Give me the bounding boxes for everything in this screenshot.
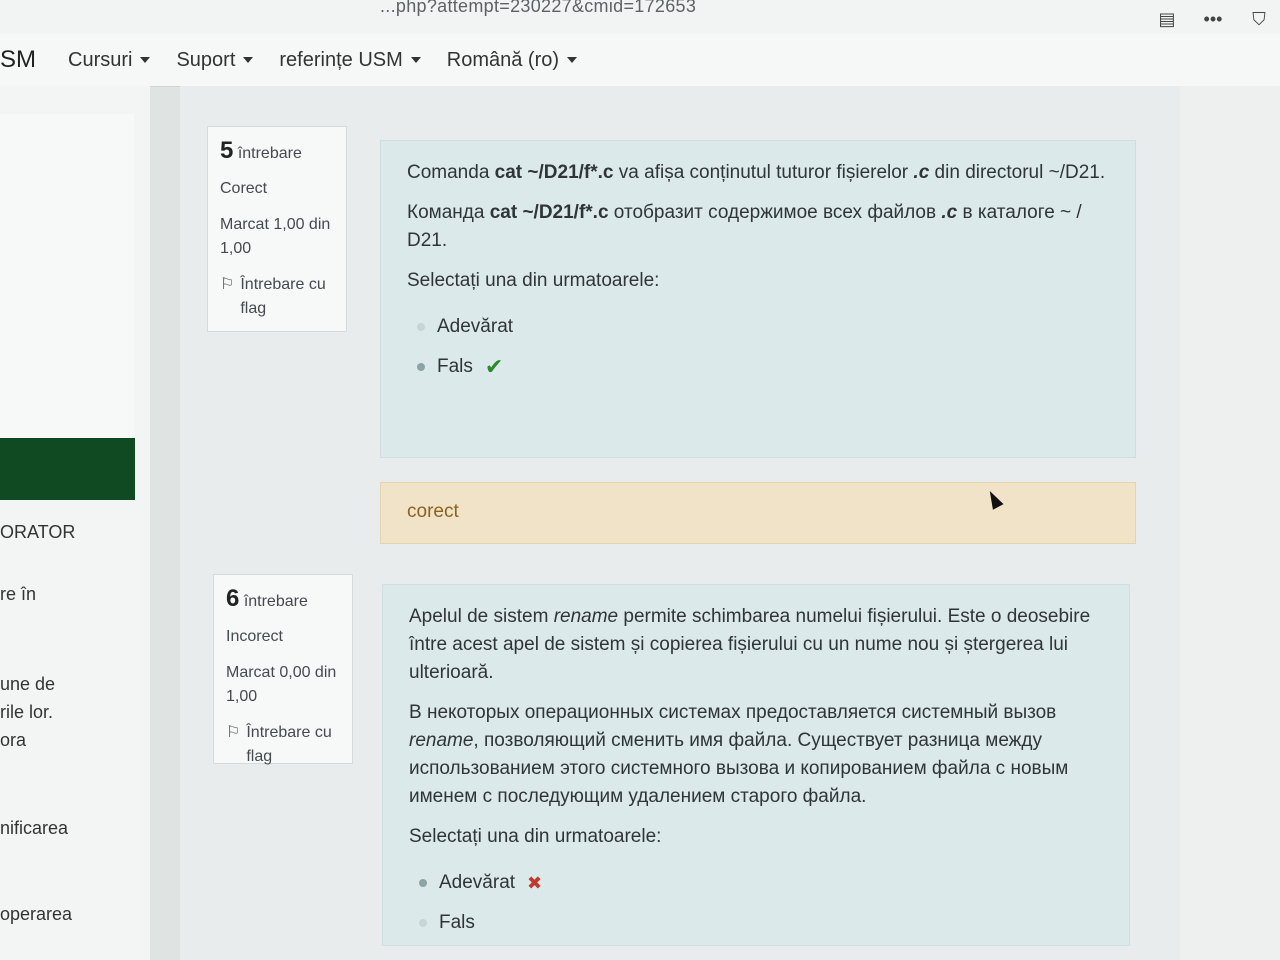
chevron-down-icon <box>410 57 421 63</box>
answer-prompt: Selectați una din urmatoarele: <box>409 826 662 847</box>
nav-language[interactable]: Română (ro) <box>446 48 578 72</box>
site-brand[interactable]: SM <box>0 46 36 74</box>
answer-prompt: Selectați una din urmatoarele: <box>407 270 660 291</box>
answer-option[interactable]: Fals ✔ <box>417 347 1109 387</box>
browser-url-bar: ...php?attempt=230227&cmid=172653 ▤ ••• … <box>0 0 1280 35</box>
question-text-ro: Apelul de sistem rename permite schimbar… <box>409 603 1103 687</box>
question-info: 6 întrebare Incorect Marcat 0,00 din 1,0… <box>213 574 353 765</box>
question-text-ru: В некоторых операционных системах предос… <box>409 699 1103 811</box>
pocket-icon[interactable]: ⛉ <box>1248 8 1270 30</box>
extension-text: .c <box>941 202 958 223</box>
text-part: отобразит содержимое всех файлов <box>608 202 942 223</box>
flag-icon: ⚐ <box>226 724 241 741</box>
question-text-ru: Команда cat ~/D21/f*.c отобразит содержи… <box>407 199 1109 255</box>
left-drawer: ORATOR re în une de rile lor. ora nifica… <box>0 86 150 960</box>
text-part: , позволяющий сменить имя файла. Существ… <box>409 730 1069 807</box>
browser-toolbar: ▤ ••• ⛉ <box>1156 8 1270 30</box>
check-icon: ✔ <box>484 354 504 379</box>
more-options-icon[interactable]: ••• <box>1202 8 1224 30</box>
text-part: Comanda <box>407 162 495 183</box>
nav-cursuri-label: Cursuri <box>68 48 133 71</box>
question-info: 5 întrebare Corect Marcat 1,00 din 1,00 … <box>207 126 347 332</box>
cross-icon: ✖ <box>527 872 543 893</box>
question-text-ro: Comanda cat ~/D21/f*.c va afișa conținut… <box>407 159 1109 187</box>
question-word: întrebare <box>237 145 302 162</box>
chevron-down-icon <box>567 57 578 63</box>
emphasis-text: rename <box>409 730 474 751</box>
radio-button[interactable] <box>417 323 425 331</box>
site-navbar: SM Cursuri Suport referințe USM Română (… <box>0 34 1280 87</box>
question-feedback: corect <box>380 482 1136 544</box>
option-label: Adevărat <box>439 872 516 893</box>
url-text[interactable]: ...php?attempt=230227&cmid=172653 <box>380 0 696 17</box>
nav-suport-label: Suport <box>176 48 236 71</box>
option-label: Adevărat <box>437 316 514 337</box>
option-label: Fals <box>437 356 473 377</box>
drawer-active-item[interactable] <box>0 438 135 500</box>
command-text: cat ~/D21/f*.c <box>494 162 614 183</box>
nav-referinte-label: referințe USM <box>279 48 403 71</box>
flag-label: Întrebare cu flag <box>246 724 332 765</box>
flag-question-link[interactable]: ⚐ Întrebare cu flag <box>220 273 346 321</box>
option-label: Fals <box>439 912 475 933</box>
command-text: cat ~/D21/f*.c <box>489 202 609 223</box>
answer-option[interactable]: Adevărat ✖ <box>419 863 1103 903</box>
question-status: Corect <box>220 180 268 197</box>
drawer-block[interactable] <box>0 374 134 439</box>
question-content: Apelul de sistem rename permite schimbar… <box>382 584 1130 946</box>
reader-view-icon[interactable]: ▤ <box>1156 8 1178 30</box>
text-part: din directorul ~/D21. <box>929 162 1106 183</box>
question-status: Incorect <box>226 628 283 645</box>
question-number: 6 <box>226 585 240 612</box>
extension-text: .c <box>913 162 930 183</box>
nav-language-label: Română (ro) <box>446 48 560 71</box>
nav-cursuri[interactable]: Cursuri <box>68 48 151 72</box>
answer-option[interactable]: Fals <box>419 903 1103 943</box>
drawer-block[interactable] <box>0 180 134 245</box>
nav-referinte[interactable]: referințe USM <box>279 48 421 72</box>
right-margin <box>1180 86 1280 960</box>
question-word: întrebare <box>243 593 308 610</box>
drawer-label[interactable]: nificarea <box>0 814 68 842</box>
text-part: va afișa conținutul tuturor fișierelor <box>613 162 914 183</box>
radio-button[interactable] <box>419 919 427 927</box>
drawer-label[interactable]: une de <box>0 670 55 698</box>
answer-option[interactable]: Adevărat <box>417 307 1109 347</box>
text-part: Команда <box>407 202 490 223</box>
drawer-label[interactable]: re în <box>0 580 36 608</box>
text-part: Apelul de sistem <box>409 606 554 627</box>
drawer-block[interactable] <box>0 244 134 311</box>
radio-button[interactable] <box>417 363 425 371</box>
drawer-block[interactable] <box>0 310 134 375</box>
drawer-block[interactable] <box>0 114 134 181</box>
drawer-label[interactable]: ORATOR <box>0 518 75 546</box>
nav-suport[interactable]: Suport <box>176 48 254 72</box>
question-number: 5 <box>220 137 234 164</box>
chevron-down-icon <box>140 57 151 63</box>
flag-label: Întrebare cu flag <box>240 276 326 317</box>
radio-button[interactable] <box>419 879 427 887</box>
emphasis-text: rename <box>553 606 619 627</box>
text-part: В некоторых операционных системах предос… <box>409 702 1057 723</box>
flag-icon: ⚐ <box>220 276 235 293</box>
drawer-label[interactable]: operarea <box>0 900 72 928</box>
flag-question-link[interactable]: ⚐ Întrebare cu flag <box>226 721 352 769</box>
drawer-label[interactable]: rile lor. <box>0 698 53 726</box>
question-content: Comanda cat ~/D21/f*.c va afișa conținut… <box>380 140 1136 458</box>
drawer-label[interactable]: ora <box>0 726 26 754</box>
question-mark: Marcat 0,00 din 1,00 <box>226 664 337 705</box>
question-mark: Marcat 1,00 din 1,00 <box>220 216 331 257</box>
chevron-down-icon <box>243 57 254 63</box>
